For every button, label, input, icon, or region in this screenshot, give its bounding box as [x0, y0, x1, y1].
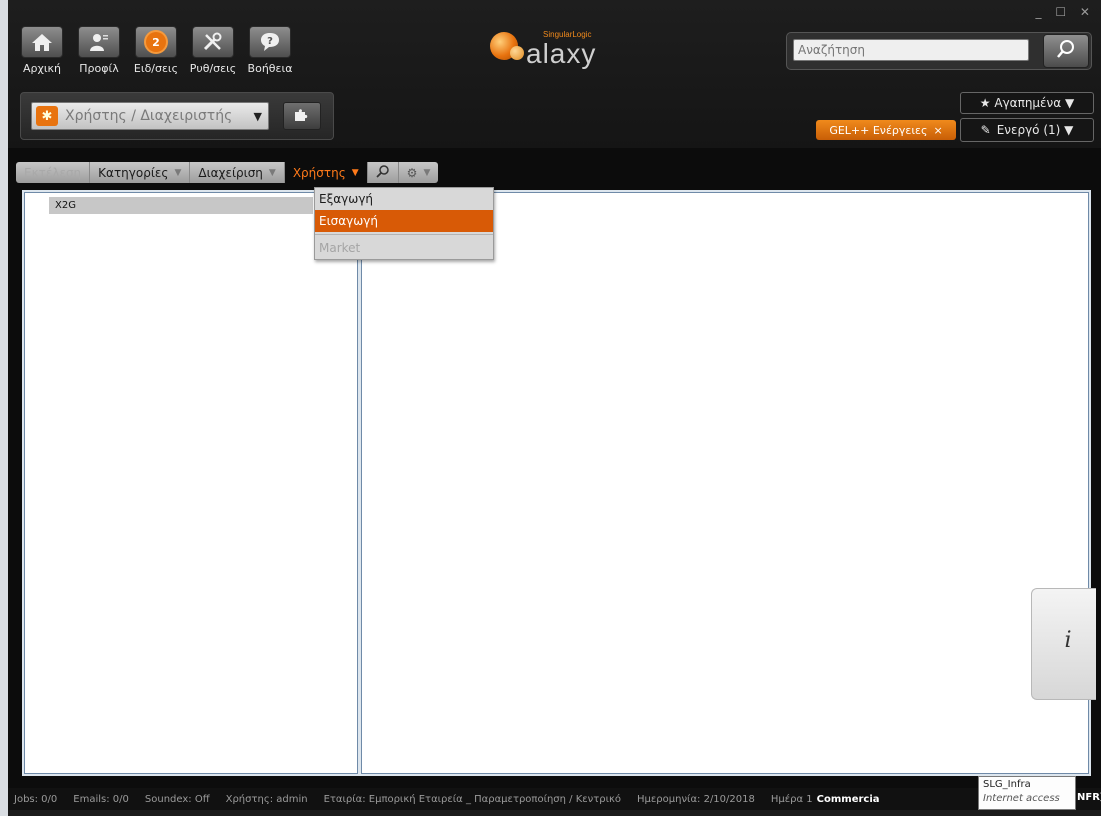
active-button[interactable]: ✎ Ενεργό (1) ▼	[960, 118, 1094, 142]
chevron-down-icon: ▼	[423, 167, 431, 178]
chevron-down-icon: ▼	[174, 167, 182, 178]
categories-label: Κατηγορίες	[98, 165, 169, 180]
notification-badge: 2	[146, 32, 166, 52]
tree-item-label: X2G	[55, 200, 76, 211]
tooltip-subtitle: Internet access	[983, 793, 1060, 804]
menu-separator	[315, 234, 493, 235]
logo-text: alaxy	[526, 38, 597, 69]
nav-notifications[interactable]: 2 Ειδ/σεις	[130, 26, 182, 75]
content-area: X2G	[22, 190, 1091, 776]
close-icon[interactable]: ×	[933, 124, 942, 137]
role-box: ✱ Χρήστης / Διαχειριστής ▼	[20, 92, 334, 140]
active-label: Ενεργό (1) ▼	[996, 123, 1074, 137]
menu-item-export-label: Εξαγωγή	[319, 192, 374, 206]
info-icon: i	[1064, 627, 1072, 653]
role-select[interactable]: ✱ Χρήστης / Διαχειριστής ▼	[31, 102, 269, 130]
detail-pane	[361, 192, 1089, 774]
menu-item-export[interactable]: Εξαγωγή	[315, 188, 493, 210]
nav-help-label: Βοήθεια	[247, 62, 293, 75]
nav-settings-label: Ρυθ/σεις	[189, 62, 237, 75]
taskbar	[8, 810, 1101, 816]
search-icon	[1055, 38, 1077, 64]
toolbar-settings-button[interactable]: ⚙ ▼	[399, 162, 439, 183]
gel-label: GEL++ Ενέργειες	[829, 123, 928, 137]
user-menu[interactable]: Χρήστης ▼	[284, 162, 368, 183]
role-label: Χρήστης / Διαχειριστής	[65, 108, 233, 124]
plugins-button[interactable]	[283, 102, 321, 130]
main-nav: Αρχική Προφίλ 2 Ειδ/σεις Ρυθ/σεις ? Βοήθ…	[16, 26, 296, 75]
status-day: Ημέρα 1	[770, 793, 813, 805]
status-user: Χρήστης: admin	[225, 793, 308, 805]
tree-pane: X2G	[24, 192, 358, 774]
categories-menu[interactable]: Κατηγορίες ▼	[90, 162, 191, 183]
app-window: Αρχική Προφίλ 2 Ειδ/σεις Ρυθ/σεις ? Βοήθ…	[8, 0, 1101, 816]
chevron-down-icon: ▼	[351, 167, 359, 178]
notifications-icon: 2	[135, 26, 177, 58]
gel-actions-button[interactable]: GEL++ Ενέργειες ×	[816, 120, 956, 140]
tree-item[interactable]: X2G	[49, 197, 313, 214]
nav-profile-label: Προφίλ	[79, 62, 119, 75]
status-jobs: Jobs: 0/0	[14, 793, 58, 805]
user-dropdown-menu: Εξαγωγή Εισαγωγή Market	[314, 187, 494, 260]
nav-settings[interactable]: Ρυθ/σεις	[187, 26, 239, 75]
favorites-button[interactable]: ★ Αγαπημένα ▼	[960, 92, 1094, 114]
status-date: Ημερομηνία: 2/10/2018	[637, 793, 755, 805]
user-menu-label: Χρήστης	[292, 165, 346, 180]
galaxy-logo: SingularLogic alaxy	[488, 24, 648, 74]
gear-icon: ⚙	[406, 165, 418, 180]
help-icon: ?	[249, 26, 291, 58]
status-soundex: Soundex: Off	[144, 793, 210, 805]
tools-icon	[192, 26, 234, 58]
pencil-icon: ✎	[980, 123, 991, 137]
chevron-down-icon: ▼	[253, 109, 262, 123]
menu-item-market-label: Market	[319, 241, 361, 255]
profile-icon	[78, 26, 120, 58]
execute-label: Εκτέλεση	[24, 165, 82, 180]
status-bar: Jobs: 0/0 Emails: 0/0 Soundex: Off Χρήστ…	[8, 788, 1101, 810]
network-tooltip: SLG_Infra Internet access	[978, 776, 1076, 810]
menu-item-market: Market	[315, 237, 493, 259]
search-button[interactable]	[1043, 34, 1089, 68]
gears-icon: ✱	[36, 106, 58, 126]
search-box	[786, 32, 1092, 70]
search-icon	[376, 164, 390, 181]
menu-item-import[interactable]: Εισαγωγή	[315, 210, 493, 232]
header: Αρχική Προφίλ 2 Ειδ/σεις Ρυθ/σεις ? Βοήθ…	[8, 0, 1101, 148]
window-controls[interactable]: _ ☐ ✕	[1036, 5, 1095, 19]
info-panel-tab[interactable]: i	[1031, 588, 1096, 700]
favorites-label: ★ Αγαπημένα ▼	[979, 96, 1075, 110]
status-commercial: Commercia	[816, 793, 880, 805]
nav-home[interactable]: Αρχική	[16, 26, 68, 75]
status-company: Εταιρία: Εμπορική Εταιρεία _ Παραμετροπο…	[323, 793, 622, 805]
nav-help[interactable]: ? Βοήθεια	[244, 26, 296, 75]
puzzle-icon	[293, 106, 311, 126]
menu-item-import-label: Εισαγωγή	[319, 214, 379, 228]
svg-text:?: ?	[267, 36, 273, 47]
chevron-down-icon: ▼	[268, 167, 276, 178]
toolbar-search-button[interactable]	[368, 162, 399, 183]
status-tail: NFR]	[1077, 792, 1101, 803]
search-input[interactable]	[793, 39, 1029, 61]
home-icon	[21, 26, 63, 58]
admin-label: Διαχείριση	[198, 165, 263, 180]
tooltip-title: SLG_Infra	[983, 779, 1031, 790]
admin-menu[interactable]: Διαχείριση ▼	[190, 162, 285, 183]
status-emails: Emails: 0/0	[73, 793, 129, 805]
nav-notifications-label: Ειδ/σεις	[133, 62, 179, 75]
action-toolbar: Εκτέλεση Κατηγορίες ▼ Διαχείριση ▼ Χρήστ…	[16, 162, 439, 183]
nav-home-label: Αρχική	[22, 62, 62, 75]
nav-profile[interactable]: Προφίλ	[73, 26, 125, 75]
execute-menu[interactable]: Εκτέλεση	[16, 162, 91, 183]
